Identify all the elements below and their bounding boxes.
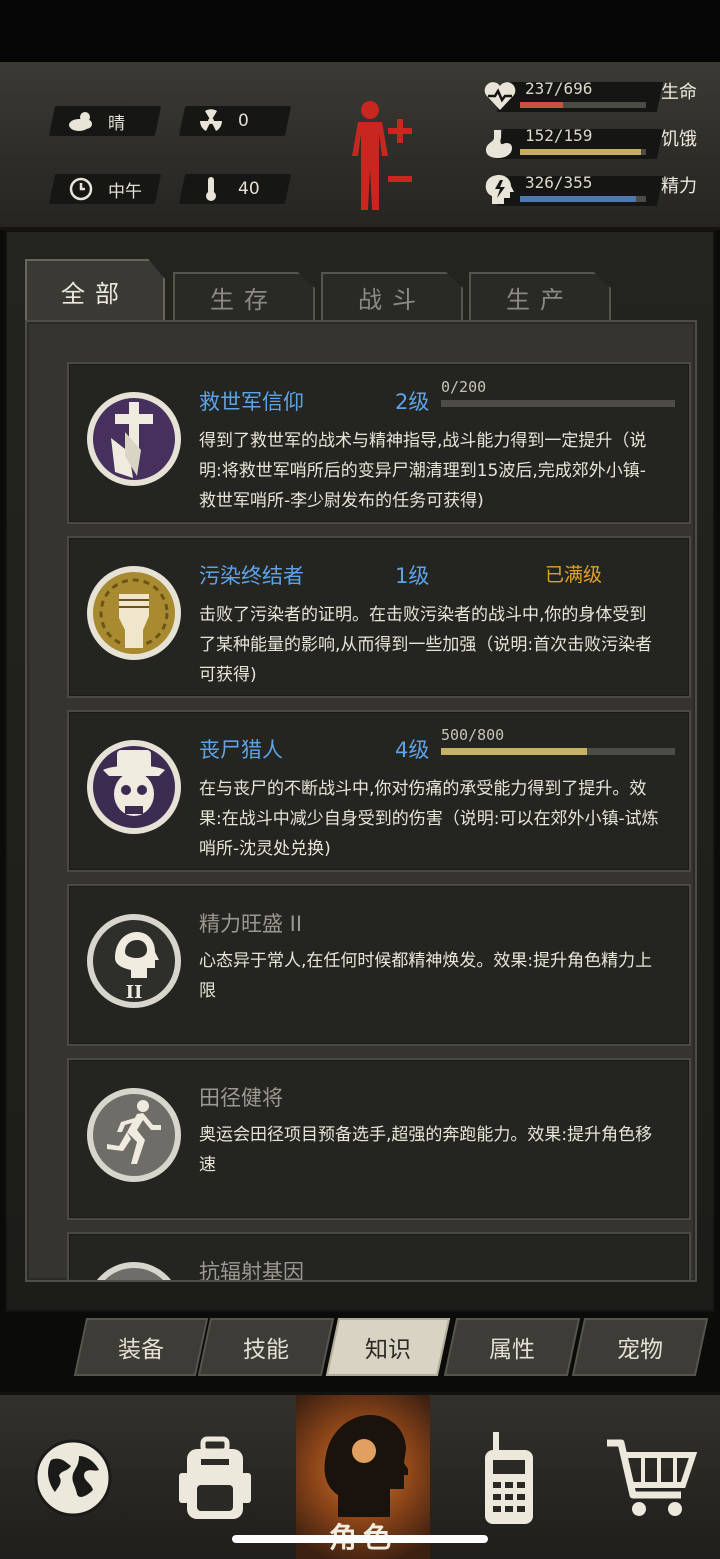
nav-radio[interactable] bbox=[444, 1405, 574, 1555]
subtab-pets-label: 宠物 bbox=[617, 1337, 663, 1363]
time-chip: 中午 bbox=[48, 174, 162, 204]
subtab-attributes[interactable]: 属性 bbox=[443, 1318, 581, 1376]
hunger-value: 152/159 bbox=[525, 126, 593, 145]
skull-hat-icon bbox=[85, 728, 183, 846]
weather-chip: 晴 bbox=[48, 106, 162, 136]
runner-icon bbox=[85, 1076, 183, 1194]
knowledge-description: 在与丧尸的不断战斗中,你对伤痛的承受能力得到了提升。效果:在战斗中减少自身受到的… bbox=[199, 779, 659, 859]
svg-text:II: II bbox=[126, 982, 143, 1003]
head-silhouette-icon bbox=[318, 1409, 412, 1523]
nav-backpack[interactable] bbox=[150, 1405, 280, 1555]
energy-value: 326/355 bbox=[525, 173, 593, 192]
backpack-icon bbox=[175, 1433, 255, 1527]
knowledge-title: 丧尸猎人 bbox=[199, 738, 283, 762]
max-level-label: 已满级 bbox=[545, 564, 603, 586]
temperature-chip: 40 bbox=[178, 174, 292, 204]
knowledge-card[interactable]: 丧尸猎人 4级 500/800 在与丧尸的不断战斗中,你对伤痛的承受能力得到了提… bbox=[67, 710, 691, 872]
cross-praying-hands-icon bbox=[85, 380, 183, 498]
walkie-talkie-icon bbox=[479, 1430, 539, 1530]
radiation-chip: 0 bbox=[178, 106, 292, 136]
bottom-navigation: 角色 bbox=[0, 1392, 720, 1559]
subtab-equipment[interactable]: 装备 bbox=[73, 1318, 209, 1376]
energy-stat: 326/355 精力 bbox=[482, 170, 707, 210]
knowledge-title: 田径健将 bbox=[199, 1086, 283, 1110]
knowledge-card[interactable]: 污染终结者 1级 已满级 击败了污染者的证明。在击败污染者的战斗中,你的身体受到… bbox=[67, 536, 691, 698]
knowledge-title: 精力旺盛 II bbox=[199, 912, 303, 936]
stomach-icon bbox=[482, 127, 518, 159]
radiation-icon bbox=[196, 108, 226, 134]
temperature-value: 40 bbox=[238, 179, 260, 199]
hunger-label: 饥饿 bbox=[661, 129, 697, 150]
nav-shop[interactable] bbox=[586, 1405, 716, 1555]
subtab-skills-label: 技能 bbox=[243, 1337, 289, 1363]
thermometer-icon bbox=[196, 176, 226, 202]
globe-icon bbox=[33, 1438, 113, 1522]
tab-production[interactable]: 生产 bbox=[469, 272, 611, 322]
weather-text: 晴 bbox=[108, 113, 125, 134]
knowledge-level: 2级 bbox=[395, 390, 430, 414]
energy-bar-fill bbox=[520, 196, 636, 202]
progress-fill bbox=[441, 748, 588, 755]
progress-bar bbox=[441, 748, 675, 755]
knowledge-description: 得到了救世军的战术与精神指导,战斗能力得到一定提升（说明:将救世军哨所后的变异尸… bbox=[199, 431, 647, 511]
health-stat: 237/696 生命 bbox=[482, 76, 707, 116]
tab-survival[interactable]: 生存 bbox=[173, 272, 315, 322]
home-indicator[interactable] bbox=[232, 1535, 488, 1543]
subtab-equipment-label: 装备 bbox=[118, 1337, 164, 1363]
raised-fist-icon bbox=[85, 554, 183, 672]
knowledge-panel: 全部 生存 战斗 生产 救世军信仰 2级 0/200 得到了救世军的战术与精神指… bbox=[5, 230, 715, 1312]
knowledge-description: 击败了污染者的证明。在击败污染者的战斗中,你的身体受到了某种能量的影响,从而得到… bbox=[199, 605, 653, 685]
cloud-sun-icon bbox=[66, 108, 96, 134]
knowledge-description: 心态异于常人,在任何时候都精神焕发。效果:提升角色精力上限 bbox=[199, 951, 653, 1001]
knowledge-level: 4级 bbox=[395, 738, 430, 762]
knowledge-card[interactable]: 救世军信仰 2级 0/200 得到了救世军的战术与精神指导,战斗能力得到一定提升… bbox=[67, 362, 691, 524]
subtab-knowledge-label: 知识 bbox=[365, 1337, 411, 1363]
knowledge-card[interactable]: 田径健将 奥运会田径项目预备选手,超强的奔跑能力。效果:提升角色移速 bbox=[67, 1058, 691, 1220]
clock-icon bbox=[66, 176, 96, 202]
tab-combat[interactable]: 战斗 bbox=[321, 272, 463, 322]
subtab-knowledge[interactable]: 知识 bbox=[325, 1318, 451, 1376]
progress-text: 0/200 bbox=[441, 378, 487, 396]
knowledge-card[interactable]: 抗辐射基因 bbox=[67, 1232, 691, 1282]
energy-label: 精力 bbox=[661, 176, 697, 197]
subtab-pets[interactable]: 宠物 bbox=[571, 1318, 709, 1376]
radiation-value: 0 bbox=[238, 111, 249, 131]
knowledge-title: 污染终结者 bbox=[199, 564, 304, 588]
knowledge-card[interactable]: II 精力旺盛 II 心态异于常人,在任何时候都精神焕发。效果:提升角色精力上限 bbox=[67, 884, 691, 1046]
heart-pulse-icon bbox=[482, 80, 518, 112]
hunger-bar-fill bbox=[520, 149, 641, 155]
knowledge-title: 抗辐射基因 bbox=[199, 1260, 304, 1282]
health-value: 237/696 bbox=[525, 79, 593, 98]
subtab-attributes-label: 属性 bbox=[489, 1337, 535, 1363]
progress-bar bbox=[441, 400, 675, 407]
knowledge-title: 救世军信仰 bbox=[199, 390, 304, 414]
hunger-stat: 152/159 饥饿 bbox=[482, 123, 707, 163]
health-bar-fill bbox=[520, 102, 563, 108]
tab-all[interactable]: 全部 bbox=[25, 259, 165, 322]
health-label: 生命 bbox=[661, 82, 697, 103]
knowledge-description: 奥运会田径项目预备选手,超强的奔跑能力。效果:提升角色移速 bbox=[199, 1125, 653, 1175]
hud-panel: 晴 0 中午 40 237/696 生命 152/159 饥饿 326/355 … bbox=[0, 62, 720, 230]
knowledge-level: 1级 bbox=[395, 564, 430, 588]
nav-world-map[interactable] bbox=[8, 1405, 138, 1555]
body-status-icon[interactable] bbox=[344, 96, 424, 212]
progress-text: 500/800 bbox=[441, 726, 505, 744]
time-of-day: 中午 bbox=[108, 181, 142, 202]
knowledge-list[interactable]: 救世军信仰 2级 0/200 得到了救世军的战术与精神指导,战斗能力得到一定提升… bbox=[25, 320, 697, 1282]
anti-radiation-icon bbox=[85, 1250, 183, 1280]
head-lightning-icon bbox=[482, 174, 518, 206]
brain-head-icon: II bbox=[85, 902, 183, 1020]
shopping-cart-icon bbox=[603, 1435, 699, 1525]
subtab-skills[interactable]: 技能 bbox=[197, 1318, 335, 1376]
status-bar-area bbox=[0, 0, 720, 62]
